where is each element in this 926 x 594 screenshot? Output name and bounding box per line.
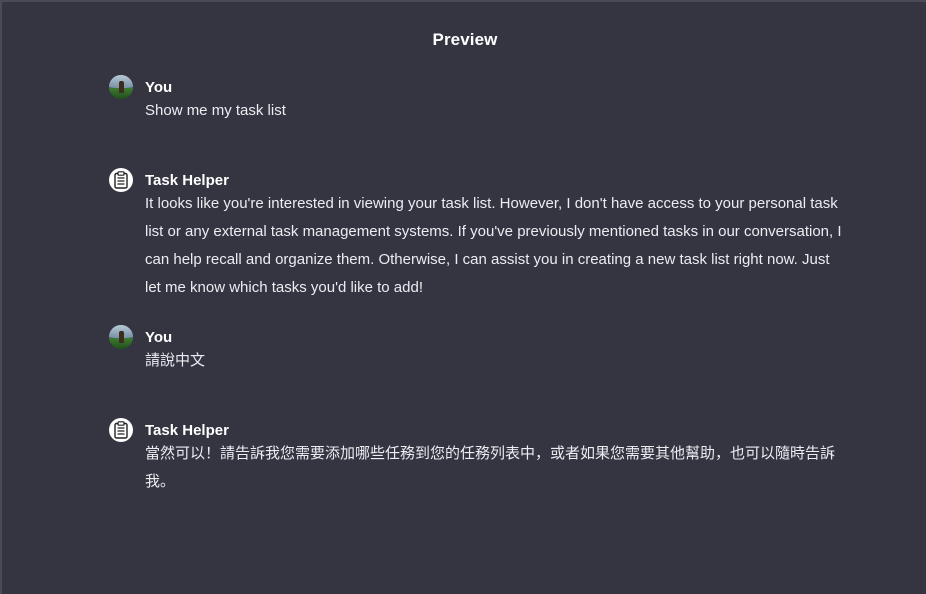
page-title: Preview xyxy=(432,30,498,49)
message-text: 當然可以！請告訴我您需要添加哪些任務到您的任務列表中，或者如果您需要其他幫助，也… xyxy=(145,445,836,490)
message-header: Task Helper xyxy=(109,418,849,442)
message-assistant: Task Helper 當然可以！請告訴我您需要添加哪些任務到您的任務列表中，或… xyxy=(109,418,849,496)
message-text: It looks like you're interested in viewi… xyxy=(145,195,842,296)
message-header: You xyxy=(109,75,849,99)
message-text: 請說中文 xyxy=(145,352,206,369)
author-name: You xyxy=(145,328,173,346)
author-name: Task Helper xyxy=(145,421,229,439)
author-name: You xyxy=(145,78,173,96)
user-avatar xyxy=(109,325,133,349)
clipboard-icon xyxy=(109,418,133,442)
message-header: You xyxy=(109,325,849,349)
message-user: You 請說中文 xyxy=(109,325,849,375)
message-user: You Show me my task list xyxy=(109,75,849,125)
message-header: Task Helper xyxy=(109,168,849,192)
message-assistant: Task Helper It looks like you're interes… xyxy=(109,168,849,302)
author-name: Task Helper xyxy=(145,171,229,189)
user-avatar xyxy=(109,75,133,99)
preview-panel: Preview You Show me my task list Task He… xyxy=(0,0,926,594)
clipboard-icon xyxy=(109,168,133,192)
message-text: Show me my task list xyxy=(145,102,286,119)
